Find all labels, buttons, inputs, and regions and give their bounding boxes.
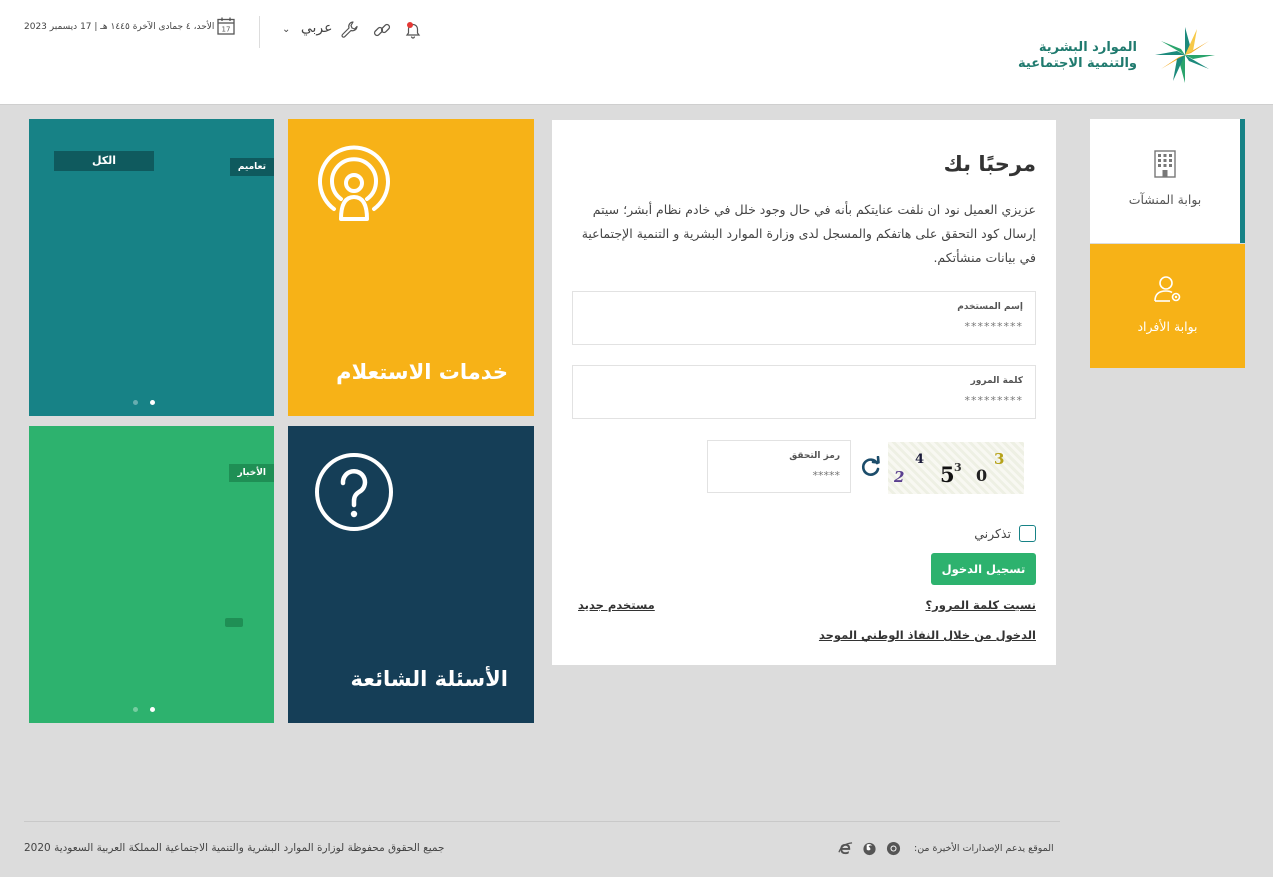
language-label: عربي	[300, 20, 333, 36]
logo-emblem-icon	[1155, 27, 1215, 83]
username-field[interactable]: إسم المستخدم	[572, 291, 1036, 345]
chrome-icon	[886, 841, 901, 856]
refresh-icon[interactable]	[860, 456, 882, 478]
carousel-dot-active[interactable]	[150, 400, 155, 405]
username-input[interactable]	[603, 320, 1023, 333]
circulars-tile: الكل تعاميم	[29, 119, 274, 416]
podcast-icon	[318, 145, 390, 221]
logo-text-line2: والتنمية الاجتماعية	[1018, 56, 1137, 71]
supported-browsers-label: الموقع يدعم الإصدارات الأخيرة من:	[914, 843, 1054, 854]
password-input[interactable]	[603, 394, 1023, 407]
remember-checkbox[interactable]	[1019, 525, 1036, 542]
captcha-image: 2 4 5 3 0 3	[888, 442, 1024, 494]
faq-tile[interactable]: الأسئلة الشائعة	[288, 426, 534, 723]
individuals-portal-tab[interactable]: بوابة الأفراد	[1090, 244, 1245, 368]
firefox-icon	[863, 842, 876, 856]
calendar-icon: 17	[217, 17, 235, 35]
news-tile: الأخبار	[29, 426, 274, 723]
captcha-label: رمز التحقق	[789, 451, 840, 461]
nafath-login-link[interactable]: الدخول من خلال النفاذ الوطني الموحد	[819, 628, 1036, 642]
ie-icon	[838, 842, 853, 855]
carousel-dot-active[interactable]	[150, 707, 155, 712]
question-circle-icon	[315, 453, 393, 531]
bell-icon[interactable]	[403, 20, 423, 40]
captcha-char: 2	[894, 468, 905, 486]
captcha-char: 5	[940, 462, 955, 487]
wrench-icon[interactable]	[340, 20, 360, 40]
carousel-dots	[133, 400, 155, 405]
carousel-dot[interactable]	[133, 400, 138, 405]
carousel-dot[interactable]	[133, 707, 138, 712]
password-field[interactable]: كلمة المرور	[572, 365, 1036, 419]
calendar-day: 17	[222, 26, 231, 34]
footer-copyright: جميع الحقوق محفوظة لوزارة الموارد البشري…	[24, 842, 445, 854]
chevron-down-icon: ⌄	[282, 24, 291, 35]
faq-title: الأسئلة الشائعة	[350, 667, 509, 691]
intro-notice: عزيزي العميل نود ان نلفت عنايتكم بأنه في…	[581, 202, 1036, 265]
building-icon	[1154, 150, 1176, 178]
remember-me[interactable]: تذكرني	[974, 525, 1036, 542]
carousel-dots	[133, 707, 155, 712]
establishments-portal-tab[interactable]: بوابة المنشآت	[1090, 119, 1245, 243]
news-tag[interactable]: الأخبار	[229, 464, 274, 482]
notification-dot	[407, 22, 413, 28]
header-divider	[259, 16, 260, 48]
user-gear-icon	[1153, 276, 1180, 302]
inquiry-services-tile[interactable]: خدمات الاستعلام	[288, 119, 534, 416]
individuals-portal-label: بوابة الأفراد	[1137, 319, 1198, 334]
username-label: إسم المستخدم	[957, 302, 1023, 312]
captcha-field[interactable]: رمز التحقق	[707, 440, 851, 493]
all-filter-button[interactable]: الكل	[54, 151, 154, 171]
remember-label: تذكرني	[974, 526, 1011, 541]
captcha-char: 4	[915, 452, 925, 467]
news-more-button[interactable]	[225, 618, 243, 627]
login-panel: مرحبًا بك عزيزي العميل نود ان نلفت عنايت…	[552, 120, 1056, 665]
forgot-password-link[interactable]: نسيت كلمة المرور؟	[925, 598, 1036, 612]
inquiry-services-title: خدمات الاستعلام	[336, 360, 508, 384]
password-label: كلمة المرور	[970, 376, 1023, 386]
footer-divider	[24, 821, 1060, 822]
new-user-link[interactable]: مستخدم جديد	[578, 598, 655, 612]
ministry-logo[interactable]: الموارد البشرية والتنمية الاجتماعية	[1018, 22, 1225, 88]
logo-text-line1: الموارد البشرية	[1038, 40, 1137, 55]
link-icon[interactable]	[372, 20, 392, 40]
login-button[interactable]: تسجيل الدخول	[931, 553, 1036, 585]
header-date: الأحد، ٤ جمادى الآخرة ١٤٤٥ هـ | 17 ديسمب…	[24, 22, 215, 32]
top-header: الموارد البشرية والتنمية الاجتماعية الأح…	[0, 0, 1273, 105]
captcha-char: 0	[976, 466, 988, 485]
circulars-tag[interactable]: تعاميم	[229, 158, 274, 176]
establishments-portal-label: بوابة المنشآت	[1128, 192, 1202, 207]
language-selector[interactable]: ⌄ عربي	[282, 20, 333, 36]
welcome-heading: مرحبًا بك	[943, 152, 1036, 176]
captcha-char: 3	[954, 461, 962, 474]
captcha-input[interactable]	[740, 469, 840, 482]
captcha-char: 3	[994, 450, 1005, 468]
